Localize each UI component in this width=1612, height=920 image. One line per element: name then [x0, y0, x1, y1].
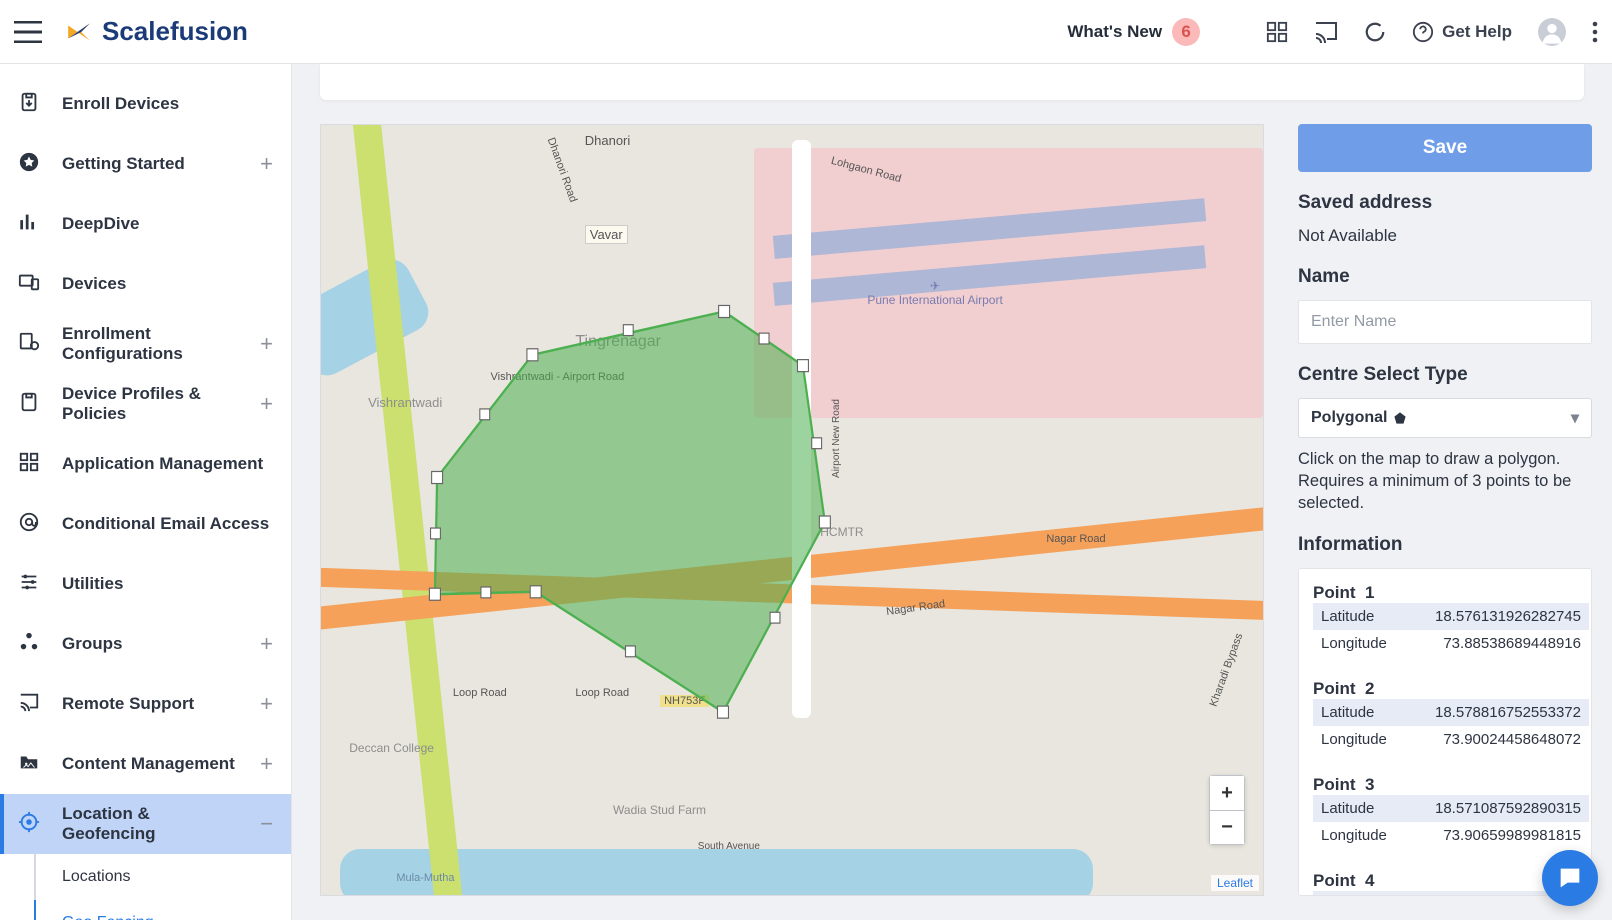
- sidebar-item-label: DeepDive: [62, 214, 139, 234]
- point-title: Point 1: [1313, 583, 1589, 603]
- bar-chart-icon: [18, 211, 40, 238]
- sidebar-sub-locations[interactable]: Locations: [34, 854, 291, 900]
- centre-type-select[interactable]: Polygonal ▾: [1298, 398, 1592, 438]
- sidebar-item-label: Enrollment Configurations: [62, 324, 238, 364]
- minus-icon: −: [260, 811, 273, 837]
- point-lat-row: Latitude18.578816752553372: [1313, 699, 1589, 726]
- chat-icon: [1556, 864, 1584, 892]
- geofence-panel: Save Saved address Not Available Name Ce…: [1298, 124, 1602, 896]
- point-lat-row: Latitude18.571087592890315: [1313, 795, 1589, 822]
- information-heading: Information: [1298, 534, 1592, 556]
- kebab-menu[interactable]: [1592, 21, 1598, 43]
- sidebar-item-application-management[interactable]: Application Management: [0, 434, 291, 494]
- plus-icon: +: [260, 331, 273, 357]
- point-title: Point 3: [1313, 775, 1589, 795]
- plus-icon: +: [260, 691, 273, 717]
- point-block: Point 2 Latitude18.578816752553372 Longi…: [1313, 679, 1589, 753]
- devices-icon: [18, 271, 40, 298]
- point-block: Point 1 Latitude18.576131926282745 Longi…: [1313, 583, 1589, 657]
- sidebar-item-label: Content Management: [62, 754, 235, 774]
- apps-icon[interactable]: [1266, 21, 1288, 43]
- star-circle-icon: [18, 151, 40, 178]
- scalefusion-icon: [66, 19, 92, 45]
- point-lng-row: Longitude73.88538689448916: [1313, 630, 1589, 657]
- sidebar-sub-geo-fencing[interactable]: Geo Fencing: [34, 900, 291, 920]
- pentagon-icon: [1393, 411, 1407, 425]
- brand-logo[interactable]: Scalefusion: [66, 16, 248, 47]
- sidebar-item-label: Enroll Devices: [62, 94, 179, 114]
- page-header-strip: [320, 64, 1584, 100]
- sidebar-item-devices[interactable]: Devices: [0, 254, 291, 314]
- sidebar: Enroll Devices Getting Started + DeepDiv…: [0, 64, 292, 920]
- centre-type-value: Polygonal: [1311, 409, 1387, 427]
- menu-toggle[interactable]: [14, 21, 42, 43]
- get-help-link[interactable]: Get Help: [1412, 21, 1512, 43]
- map-zoom-controls: + −: [1209, 775, 1245, 845]
- cast-icon: [18, 691, 40, 718]
- sidebar-item-label: Remote Support: [62, 694, 194, 714]
- target-icon: [18, 811, 40, 838]
- sidebar-item-conditional-email-access[interactable]: Conditional Email Access: [0, 494, 291, 554]
- geofence-name-input[interactable]: [1298, 300, 1592, 344]
- plus-icon: +: [260, 391, 273, 417]
- points-list[interactable]: Point 1 Latitude18.576131926282745 Longi…: [1298, 568, 1592, 896]
- apps-icon: [18, 451, 40, 478]
- clipboard-download-icon: [18, 91, 40, 118]
- zoom-out-button[interactable]: −: [1210, 810, 1244, 844]
- sidebar-item-label: Application Management: [62, 454, 263, 474]
- nodes-icon: [18, 631, 40, 658]
- folder-image-icon: [18, 751, 40, 778]
- sidebar-item-enrollment-configurations[interactable]: Enrollment Configurations +: [0, 314, 291, 374]
- get-help-label: Get Help: [1442, 22, 1512, 42]
- sidebar-item-deepdive[interactable]: DeepDive: [0, 194, 291, 254]
- config-icon: [18, 331, 40, 358]
- sidebar-item-label: Conditional Email Access: [62, 514, 269, 534]
- tune-icon: [18, 571, 40, 598]
- saved-address-heading: Saved address: [1298, 192, 1592, 214]
- sidebar-item-label: Getting Started: [62, 154, 185, 174]
- sidebar-item-content-management[interactable]: Content Management +: [0, 734, 291, 794]
- map-canvas[interactable]: Dhanori Vavar Dhanori Road Lohgaon Road …: [320, 124, 1264, 896]
- sidebar-item-label: Device Profiles & Policies: [62, 384, 238, 424]
- at-sign-icon: [18, 511, 40, 538]
- save-button[interactable]: Save: [1298, 124, 1592, 172]
- cast-icon[interactable]: [1314, 21, 1338, 43]
- sidebar-item-groups[interactable]: Groups +: [0, 614, 291, 674]
- account-avatar[interactable]: [1538, 18, 1566, 46]
- whats-new-badge: 6: [1172, 18, 1200, 46]
- clipboard-icon: [18, 391, 40, 418]
- saved-address-value: Not Available: [1298, 226, 1592, 246]
- centre-helper-text: Click on the map to draw a polygon. Requ…: [1298, 448, 1592, 514]
- whats-new-label: What's New: [1067, 22, 1162, 42]
- point-lng-row: Longitude73.90024458648072: [1313, 726, 1589, 753]
- map-attribution[interactable]: Leaflet: [1211, 875, 1259, 891]
- point-lat-row: Latitude18.576131926282745: [1313, 603, 1589, 630]
- name-heading: Name: [1298, 266, 1592, 288]
- plus-icon: +: [260, 631, 273, 657]
- sidebar-item-label: Groups: [62, 634, 122, 654]
- sidebar-item-label: Location & Geofencing: [62, 804, 238, 844]
- point-lng-row: Longitude73.90659989981815: [1313, 822, 1589, 849]
- chat-fab[interactable]: [1542, 850, 1598, 906]
- centre-type-heading: Centre Select Type: [1298, 364, 1592, 386]
- sidebar-item-remote-support[interactable]: Remote Support +: [0, 674, 291, 734]
- sidebar-item-label: Devices: [62, 274, 126, 294]
- plus-icon: +: [260, 151, 273, 177]
- plus-icon: +: [260, 751, 273, 777]
- sidebar-item-getting-started[interactable]: Getting Started +: [0, 134, 291, 194]
- sidebar-item-label: Utilities: [62, 574, 123, 594]
- brand-name: Scalefusion: [102, 16, 248, 47]
- whats-new-link[interactable]: What's New 6: [1067, 18, 1200, 46]
- sidebar-item-utilities[interactable]: Utilities: [0, 554, 291, 614]
- sidebar-item-enroll-devices[interactable]: Enroll Devices: [0, 74, 291, 134]
- zoom-in-button[interactable]: +: [1210, 776, 1244, 810]
- refresh-icon[interactable]: [1364, 21, 1386, 43]
- chevron-down-icon: ▾: [1571, 408, 1579, 428]
- point-title: Point 2: [1313, 679, 1589, 699]
- sidebar-item-device-profiles-policies[interactable]: Device Profiles & Policies +: [0, 374, 291, 434]
- point-block: Point 3 Latitude18.571087592890315 Longi…: [1313, 775, 1589, 849]
- sidebar-item-location-geofencing[interactable]: Location & Geofencing −: [0, 794, 291, 854]
